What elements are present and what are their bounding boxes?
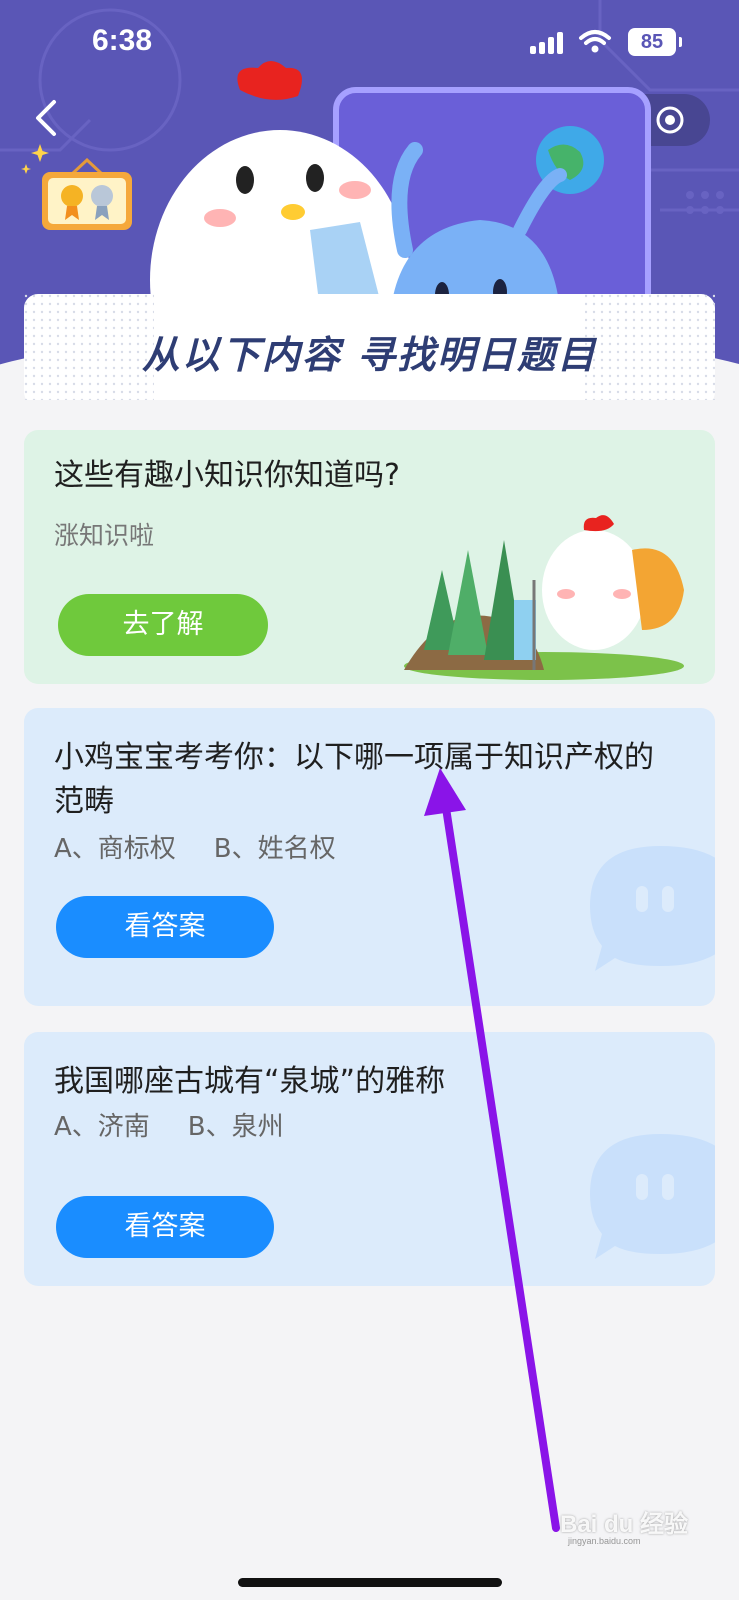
chat-bubble-icon (590, 846, 715, 971)
header-hero: 6:38 85 从以下内容 寻找明日题目 (0, 0, 739, 400)
option-a: A、商标权 (54, 834, 176, 864)
watermark-url: jingyan.baidu.com (568, 1536, 641, 1546)
view-answer-button[interactable]: 看答案 (56, 896, 274, 958)
question-card[interactable]: 我国哪座古城有“泉城”的雅称 A、济南 B、泉州 看答案 (24, 1032, 715, 1286)
watermark-brand: Bai du 经验 (560, 1511, 689, 1538)
card-subtitle: 涨知识啦 (54, 521, 155, 550)
question-options: A、商标权 B、姓名权 (54, 828, 336, 865)
question-options: A、济南 B、泉州 (54, 1106, 284, 1143)
back-arrow-icon[interactable] (26, 96, 70, 140)
banner: 从以下内容 寻找明日题目 (24, 294, 715, 400)
view-answer-button[interactable]: 看答案 (56, 1196, 274, 1258)
signal-icon (530, 32, 564, 54)
banner-title: 从以下内容 寻找明日题目 (141, 333, 598, 377)
question-card[interactable]: 小鸡宝宝考考你：以下哪一项属于知识产权的范畴 A、商标权 B、姓名权 看答案 (24, 708, 715, 1006)
option-a: A、济南 (54, 1112, 150, 1142)
question-title: 小鸡宝宝考考你：以下哪一项属于知识产权的范畴 (54, 740, 654, 819)
option-b: B、姓名权 (213, 834, 336, 864)
hiking-chicken-illustration (404, 515, 684, 680)
option-b: B、泉州 (187, 1112, 284, 1142)
chat-bubble-icon (590, 1134, 715, 1259)
watermark: Bai du 经验 jingyan.baidu.com (560, 1504, 710, 1546)
question-title: 我国哪座古城有“泉城”的雅称 (54, 1064, 446, 1099)
status-time: 6:38 (92, 24, 153, 57)
wifi-icon (579, 30, 611, 53)
learn-more-button[interactable]: 去了解 (58, 594, 268, 656)
card-title: 这些有趣小知识你知道吗? (54, 458, 400, 493)
fun-facts-card[interactable]: 这些有趣小知识你知道吗? 涨知识啦 去了解 (24, 430, 715, 684)
home-indicator[interactable] (238, 1578, 502, 1587)
medal-icon[interactable] (40, 158, 134, 232)
battery-indicator: 85 (628, 28, 682, 56)
